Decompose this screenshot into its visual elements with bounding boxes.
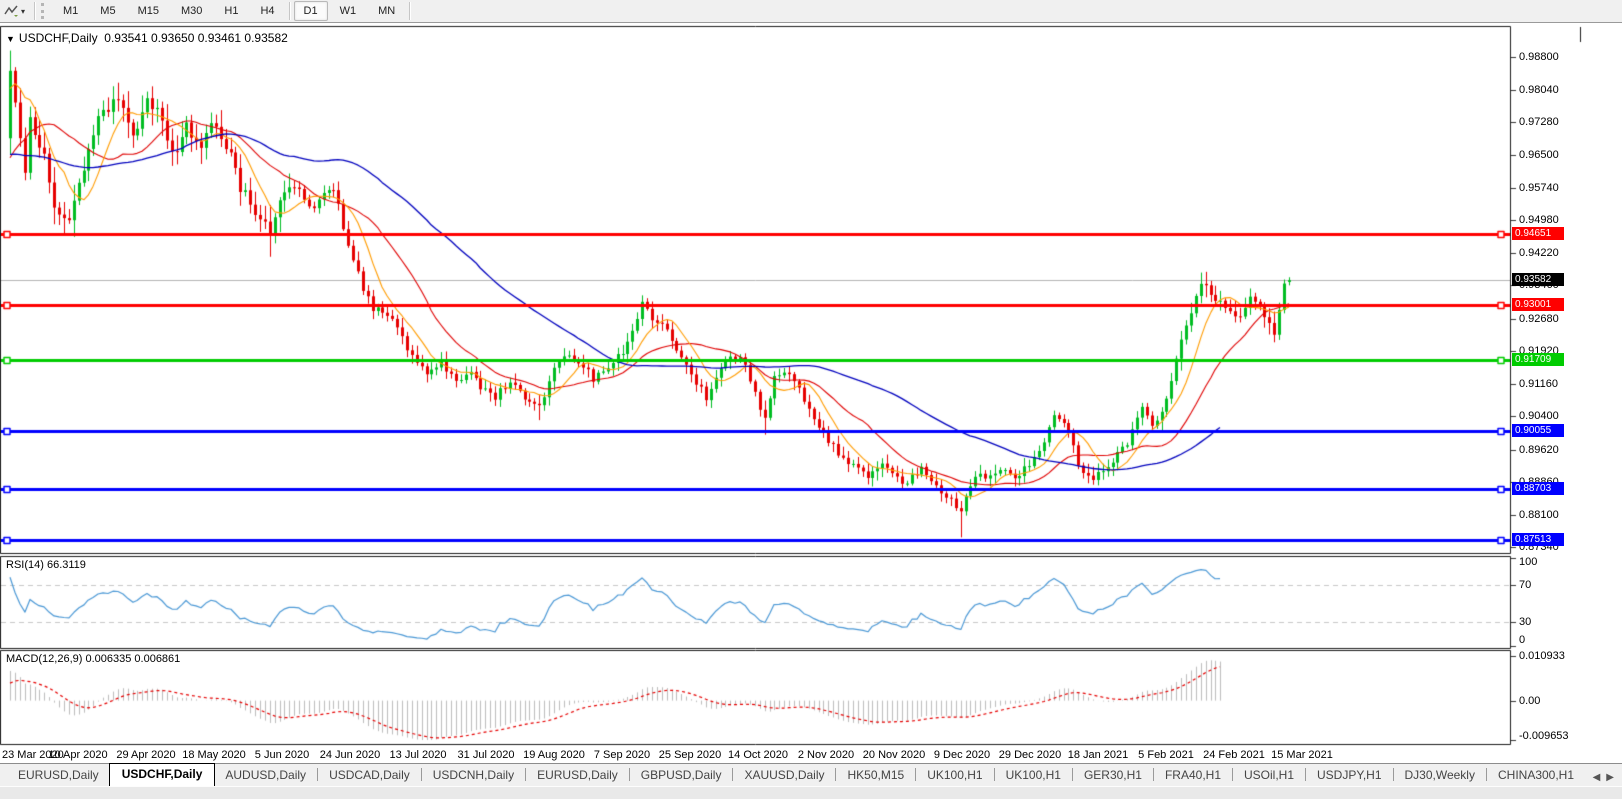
price-tick-label: 0.98040 xyxy=(1519,84,1559,96)
tab-separator xyxy=(915,768,916,781)
tab-scroll-left-icon[interactable]: ◀ xyxy=(1593,772,1601,783)
macd-axis-label: -0.009653 xyxy=(1519,730,1569,742)
price-tick-label: 0.96500 xyxy=(1519,149,1559,161)
chart-tab-usdchf-daily[interactable]: USDCHF,Daily xyxy=(109,763,216,786)
date-label: 18 Jan 2021 xyxy=(1068,748,1129,762)
chart-tab-dj30-weekly[interactable]: DJ30,Weekly xyxy=(1395,765,1485,786)
tab-separator xyxy=(1232,768,1233,781)
rsi-level-label: 100 xyxy=(1519,556,1537,568)
tab-separator xyxy=(1305,768,1306,781)
chart-tab-usdcnh-daily[interactable]: USDCNH,Daily xyxy=(423,765,524,786)
date-label: 15 Mar 2021 xyxy=(1271,748,1333,762)
date-label: 24 Jun 2020 xyxy=(320,748,381,762)
date-label: 2 Nov 2020 xyxy=(798,748,854,762)
tab-separator xyxy=(421,768,422,781)
chart-tab-bar: EURUSD,DailyUSDCHF,DailyAUDUSD,DailyUSDC… xyxy=(0,763,1622,786)
current-price-label: 0.93582 xyxy=(1512,273,1564,286)
chart-tab-xauusd-daily[interactable]: XAUUSD,Daily xyxy=(734,765,834,786)
tab-separator xyxy=(994,768,995,781)
hline-price-label: 0.88703 xyxy=(1512,482,1564,495)
chart-tab-usoil-h1[interactable]: USOil,H1 xyxy=(1234,765,1304,786)
tab-separator xyxy=(835,768,836,781)
date-label: 20 Nov 2020 xyxy=(863,748,925,762)
date-label: 24 Feb 2021 xyxy=(1203,748,1265,762)
chart-canvas[interactable] xyxy=(0,0,1622,798)
tab-separator xyxy=(1153,768,1154,781)
hline-price-label: 0.90055 xyxy=(1512,424,1564,437)
date-label: 29 Apr 2020 xyxy=(116,748,175,762)
date-label: 18 May 2020 xyxy=(182,748,246,762)
chart-tab-gbpusd-daily[interactable]: GBPUSD,Daily xyxy=(631,765,732,786)
window-resize-strip xyxy=(0,786,1622,799)
chart-tab-china300-h1[interactable]: CHINA300,H1 xyxy=(1488,765,1584,786)
date-label: 10 Apr 2020 xyxy=(48,748,107,762)
chart-tab-uk100-h1[interactable]: UK100,H1 xyxy=(917,765,992,786)
date-label: 31 Jul 2020 xyxy=(458,748,515,762)
date-label: 25 Sep 2020 xyxy=(659,748,721,762)
chart-tab-ger30-h1[interactable]: GER30,H1 xyxy=(1074,765,1152,786)
chart-tab-uk100-h1[interactable]: UK100,H1 xyxy=(996,765,1071,786)
date-label: 7 Sep 2020 xyxy=(594,748,650,762)
tab-scroll-arrows: ◀▶ xyxy=(1587,772,1622,786)
mt4-window: ▾ M1M5M15M30H1H4D1W1MN ▼USDCHF,Daily 0.9… xyxy=(0,0,1622,798)
date-label: 5 Feb 2021 xyxy=(1138,748,1194,762)
chart-tab-fra40-h1[interactable]: FRA40,H1 xyxy=(1155,765,1231,786)
price-tick-label: 0.90400 xyxy=(1519,410,1559,422)
tab-separator xyxy=(629,768,630,781)
chart-tab-usdjpy-h1[interactable]: USDJPY,H1 xyxy=(1307,765,1391,786)
rsi-level-label: 70 xyxy=(1519,579,1531,591)
tab-scroll-right-icon[interactable]: ▶ xyxy=(1606,772,1614,783)
hline-price-label: 0.91709 xyxy=(1512,353,1564,366)
chart-tab-eurusd-daily[interactable]: EURUSD,Daily xyxy=(527,765,628,786)
price-tick-label: 0.95740 xyxy=(1519,182,1559,194)
hline-price-label: 0.87513 xyxy=(1512,533,1564,546)
hline-price-label: 0.93001 xyxy=(1512,298,1564,311)
price-tick-label: 0.97280 xyxy=(1519,116,1559,128)
tab-separator xyxy=(525,768,526,781)
price-tick-label: 0.98800 xyxy=(1519,51,1559,63)
chart-title-ohlc: 0.93541 0.93650 0.93461 0.93582 xyxy=(104,31,288,45)
macd-axis-label: 0.00 xyxy=(1519,695,1540,707)
macd-axis-label: 0.010933 xyxy=(1519,650,1565,662)
tab-separator xyxy=(317,768,318,781)
tab-separator xyxy=(732,768,733,781)
date-label: 5 Jun 2020 xyxy=(255,748,309,762)
macd-label: MACD(12,26,9) 0.006335 0.006861 xyxy=(6,653,180,665)
rsi-level-label: 0 xyxy=(1519,634,1525,646)
price-tick-label: 0.94220 xyxy=(1519,247,1559,259)
price-tick-label: 0.92680 xyxy=(1519,313,1559,325)
chart-tab-eurusd-daily[interactable]: EURUSD,Daily xyxy=(8,765,109,786)
tab-separator xyxy=(1486,768,1487,781)
tab-separator xyxy=(1393,768,1394,781)
chart-tab-audusd-daily[interactable]: AUDUSD,Daily xyxy=(215,765,316,786)
rsi-level-label: 30 xyxy=(1519,616,1531,628)
tab-separator xyxy=(1072,768,1073,781)
price-tick-label: 0.94980 xyxy=(1519,214,1559,226)
date-label: 19 Aug 2020 xyxy=(523,748,585,762)
date-label: 13 Jul 2020 xyxy=(390,748,447,762)
price-tick-label: 0.91160 xyxy=(1519,378,1558,390)
rsi-label: RSI(14) 66.3119 xyxy=(6,559,86,571)
chart-tab-hk50-m15[interactable]: HK50,M15 xyxy=(837,765,914,786)
date-label: 9 Dec 2020 xyxy=(934,748,990,762)
date-label: 14 Oct 2020 xyxy=(728,748,788,762)
chart-title-symbol: USDCHF,Daily xyxy=(19,31,98,45)
price-tick-label: 0.89620 xyxy=(1519,444,1559,456)
chart-collapse-icon[interactable]: ▼ xyxy=(6,34,15,44)
chart-title: ▼ USDCHF,Daily 0.93541 0.93650 0.93461 0.… xyxy=(6,31,288,45)
date-label: 29 Dec 2020 xyxy=(999,748,1061,762)
hline-price-label: 0.94651 xyxy=(1512,227,1564,240)
chart-tab-usdcad-daily[interactable]: USDCAD,Daily xyxy=(319,765,420,786)
price-tick-label: 0.88100 xyxy=(1519,509,1559,521)
